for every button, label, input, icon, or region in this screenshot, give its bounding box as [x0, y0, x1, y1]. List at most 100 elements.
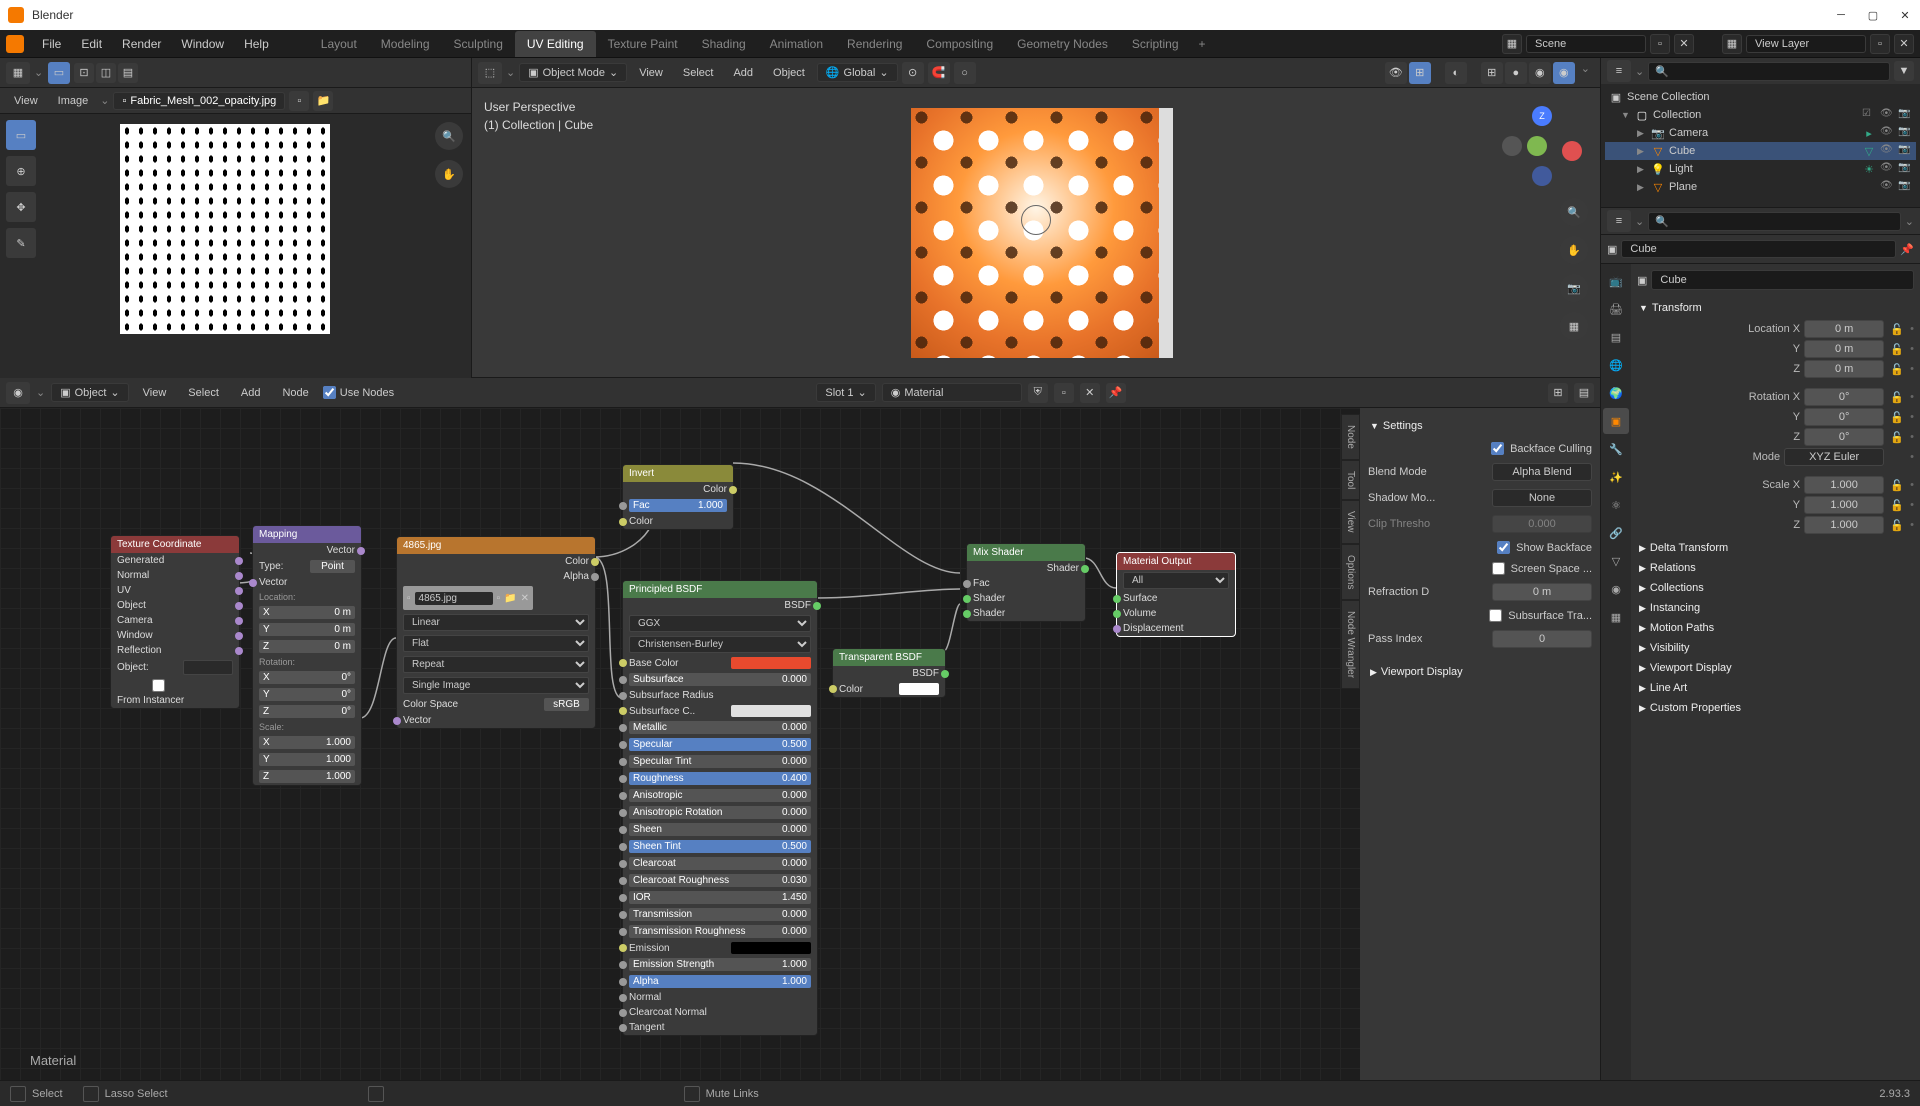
blend-mode-select[interactable]: Alpha Blend — [1492, 463, 1592, 481]
zoom-icon[interactable]: 🔍 — [435, 122, 463, 150]
lock-icon[interactable]: 🔓 — [1888, 360, 1906, 378]
bsdf-row[interactable]: Emission — [623, 940, 817, 956]
section-custom-properties[interactable]: ▶Custom Properties — [1637, 698, 1914, 718]
uv-sticky-icon[interactable]: ◫ — [96, 63, 116, 83]
maximize-button[interactable]: ▢ — [1866, 8, 1880, 22]
section-collections[interactable]: ▶Collections — [1637, 578, 1914, 598]
tab-compositing[interactable]: Compositing — [914, 31, 1005, 57]
axis-x[interactable] — [1562, 141, 1582, 161]
rot-z-field[interactable]: 0° — [1804, 428, 1884, 446]
section-delta-transform[interactable]: ▶Delta Transform — [1637, 538, 1914, 558]
outliner-search[interactable]: 🔍 — [1648, 62, 1890, 81]
pin-icon[interactable]: 📌 — [1106, 383, 1126, 403]
bsdf-row[interactable]: Tangent — [623, 1020, 817, 1035]
close-button[interactable]: ✕ — [1898, 8, 1912, 22]
output-target[interactable]: All — [1123, 572, 1229, 589]
bsdf-row[interactable]: Anisotropic0.000 — [623, 787, 817, 804]
tree-item-camera[interactable]: ▶📷 Camera ▸ 👁📷 — [1605, 124, 1916, 142]
vp-menu-select[interactable]: Select — [675, 64, 722, 82]
node-mix-shader[interactable]: Mix Shader Shader Fac Shader Shader — [966, 543, 1086, 622]
node-principled-bsdf[interactable]: Principled BSDF BSDF GGX Christensen-Bur… — [622, 580, 818, 1036]
menu-help[interactable]: Help — [234, 32, 279, 56]
tab-scripting[interactable]: Scripting — [1120, 31, 1191, 57]
unlink-material-icon[interactable]: ✕ — [1080, 383, 1100, 403]
move-tool[interactable]: ✥ — [6, 192, 36, 222]
orientation-selector[interactable]: 🌐 Global ⌄ — [817, 63, 898, 82]
properties-search[interactable]: 🔍 — [1648, 212, 1901, 231]
lock-icon[interactable]: 🔓 — [1888, 476, 1906, 494]
editor-type-icon[interactable]: ≡ — [1607, 210, 1631, 232]
layer-new-icon[interactable]: ▫ — [1870, 34, 1890, 54]
pin-icon[interactable]: 📌 — [1900, 243, 1914, 256]
tab-texture-paint[interactable]: Texture Paint — [596, 31, 690, 57]
bsdf-row[interactable]: Sheen0.000 — [623, 821, 817, 838]
lock-icon[interactable]: 🔓 — [1888, 516, 1906, 534]
tab-shading[interactable]: Shading — [690, 31, 758, 57]
axis-neg-x[interactable] — [1502, 136, 1522, 156]
node-mapping[interactable]: Mapping Vector Type:Point Vector Locatio… — [252, 525, 362, 786]
source-select[interactable]: Single Image — [403, 677, 589, 694]
bsdf-row[interactable]: Specular0.500 — [623, 736, 817, 753]
uv-menu-view[interactable]: View — [6, 92, 46, 110]
tree-scene-collection[interactable]: ▣ Scene Collection — [1605, 88, 1916, 106]
backface-culling-check[interactable] — [1491, 442, 1504, 455]
nav-gizmo[interactable]: Z — [1502, 106, 1582, 186]
lock-icon[interactable]: 🔓 — [1888, 496, 1906, 514]
tab-object-icon[interactable]: ▣ — [1603, 408, 1629, 434]
filter-icon[interactable]: ▼ — [1894, 61, 1914, 81]
scene-browse-icon[interactable]: ▦ — [1502, 34, 1522, 54]
side-tab-options[interactable]: Options — [1341, 544, 1360, 600]
bsdf-row[interactable]: Transmission Roughness0.000 — [623, 923, 817, 940]
bsdf-row[interactable]: Subsurface0.000 — [623, 671, 817, 688]
scale-x-field[interactable]: 1.000 — [1804, 476, 1884, 494]
copy-material-icon[interactable]: ▫ — [1054, 383, 1074, 403]
node-transparent-bsdf[interactable]: Transparent BSDF BSDF Color — [832, 648, 946, 698]
wireframe-shading-icon[interactable]: ⊞ — [1481, 62, 1503, 84]
snap-node-icon[interactable]: ⊞ — [1548, 383, 1568, 403]
object-data-name[interactable]: Cube — [1651, 270, 1914, 290]
pivot-icon[interactable]: ⊙ — [902, 62, 924, 84]
tab-layout[interactable]: Layout — [309, 31, 369, 57]
uv-sync-icon[interactable]: ⊡ — [74, 63, 94, 83]
vp-menu-add[interactable]: Add — [725, 64, 761, 82]
tab-material-icon[interactable]: ◉ — [1603, 576, 1629, 602]
eye-icon[interactable]: 👁 — [1880, 144, 1894, 158]
node-material-output[interactable]: Material Output All Surface Volume Displ… — [1116, 552, 1236, 637]
bsdf-row[interactable]: Subsurface C.. — [623, 703, 817, 719]
rotation-mode-select[interactable]: XYZ Euler — [1784, 448, 1884, 466]
tab-particle-icon[interactable]: ✨ — [1603, 464, 1629, 490]
zoom-icon[interactable]: 🔍 — [1560, 198, 1588, 226]
layer-name-field[interactable]: View Layer — [1746, 35, 1866, 53]
pan-icon[interactable]: ✋ — [435, 160, 463, 188]
tab-geometry-nodes[interactable]: Geometry Nodes — [1005, 31, 1120, 57]
render-icon[interactable]: 📷 — [1898, 108, 1912, 122]
lock-icon[interactable]: 🔓 — [1888, 388, 1906, 406]
layer-browse-icon[interactable]: ▦ — [1722, 34, 1742, 54]
side-tab-view[interactable]: View — [1341, 500, 1360, 544]
shader-menu-view[interactable]: View — [135, 384, 175, 402]
loc-y-field[interactable]: 0 m — [1804, 340, 1884, 358]
eye-icon[interactable]: 👁 — [1880, 180, 1894, 194]
cursor-tool[interactable]: ⊕ — [6, 156, 36, 186]
vp-menu-view[interactable]: View — [631, 64, 671, 82]
node-canvas[interactable]: Texture Coordinate Generated Normal UV O… — [0, 408, 1600, 1080]
new-image-icon[interactable]: ▫ — [289, 91, 309, 111]
shader-menu-select[interactable]: Select — [180, 384, 227, 402]
unlink-icon[interactable]: ✕ — [521, 593, 529, 604]
bsdf-row[interactable]: Emission Strength1.000 — [623, 956, 817, 973]
perspective-toggle-icon[interactable]: ▦ — [1560, 312, 1588, 340]
tab-render-icon[interactable]: 📺 — [1603, 268, 1629, 294]
matprev-shading-icon[interactable]: ◉ — [1529, 62, 1551, 84]
vp-menu-object[interactable]: Object — [765, 64, 813, 82]
bsdf-row[interactable]: Sheen Tint0.500 — [623, 838, 817, 855]
bsdf-row[interactable]: Normal — [623, 990, 817, 1005]
editor-type-icon[interactable]: ◉ — [6, 382, 30, 404]
eye-icon[interactable]: 👁 — [1880, 126, 1894, 140]
outliner-tree[interactable]: ▣ Scene Collection ▼ ▢ Collection ☑👁📷 ▶📷… — [1601, 84, 1920, 207]
shader-menu-add[interactable]: Add — [233, 384, 269, 402]
shader-type-select[interactable]: ▣ Object ⌄ — [51, 383, 128, 402]
lock-icon[interactable]: 🔓 — [1888, 340, 1906, 358]
tab-sculpting[interactable]: Sculpting — [442, 31, 515, 57]
section-line-art[interactable]: ▶Line Art — [1637, 678, 1914, 698]
overlay-node-icon[interactable]: ▤ — [1574, 383, 1594, 403]
